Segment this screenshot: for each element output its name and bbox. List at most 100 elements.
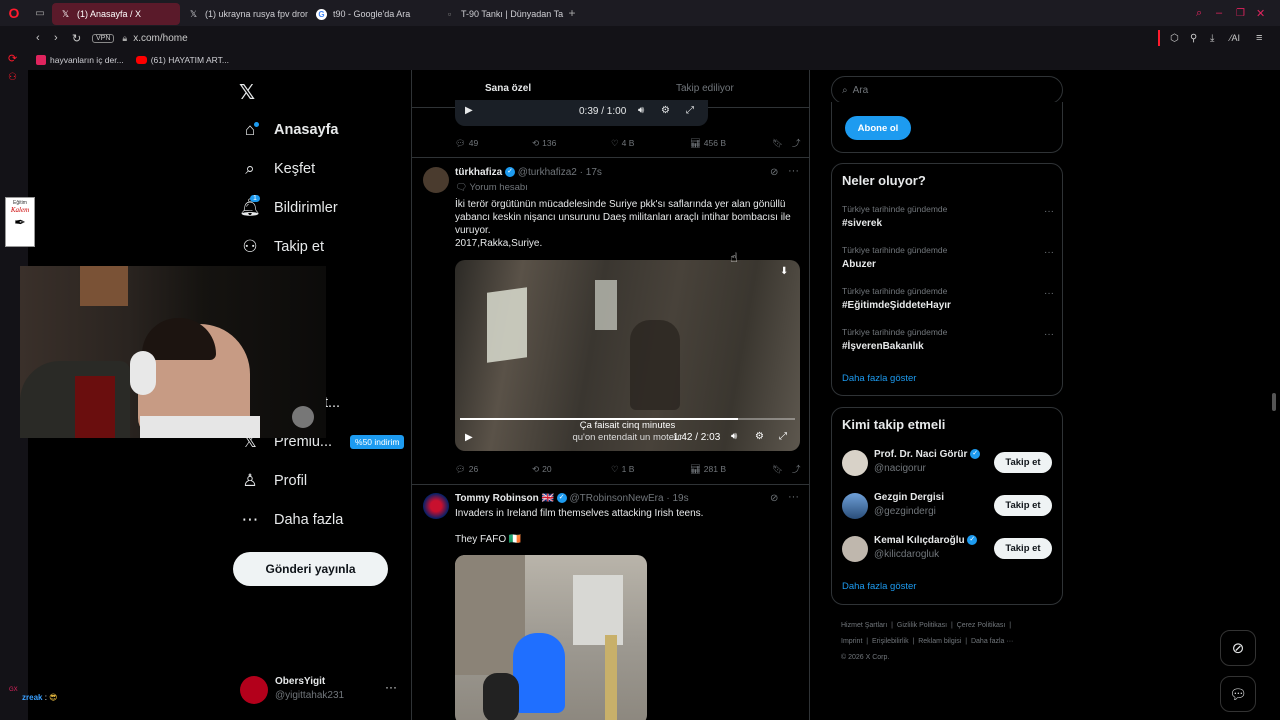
back-icon[interactable]: ‹ bbox=[36, 32, 54, 44]
follow-suggestion[interactable]: Gezgin Dergisi @gezgindergi Takip et bbox=[842, 491, 1054, 523]
refresh-sidebar-icon[interactable]: ⟳ bbox=[8, 52, 17, 65]
grok-button[interactable]: ⊘ bbox=[1220, 630, 1256, 666]
search-input[interactable]: ⌕ Ara bbox=[831, 76, 1063, 104]
share-icon[interactable]: ⤴ bbox=[792, 463, 801, 475]
nav-item-home[interactable]: ⌂ Anasayfa bbox=[240, 120, 339, 140]
grok-icon[interactable]: ⊘ bbox=[770, 167, 778, 178]
grok-icon[interactable]: ⊘ bbox=[770, 493, 778, 504]
trend-item[interactable]: Türkiye tarihinde gündemde #EğitimdeŞidd… bbox=[842, 286, 1054, 311]
trend-more-icon[interactable]: ··· bbox=[1044, 329, 1054, 340]
reload-icon[interactable]: ↻ bbox=[72, 32, 92, 45]
messages-button[interactable]: 💬︎ bbox=[1220, 676, 1256, 712]
fullscreen-icon[interactable]: ⤢ bbox=[779, 431, 787, 442]
trend-item[interactable]: Türkiye tarihinde gündemde #İşverenBakan… bbox=[842, 327, 1054, 352]
tweet-image[interactable] bbox=[455, 555, 647, 720]
nav-item-notifications[interactable]: 🔔︎ Bildirimler 1 bbox=[239, 195, 338, 218]
follow-button[interactable]: Takip et bbox=[994, 452, 1052, 473]
opera-logo-icon[interactable]: O bbox=[0, 5, 28, 21]
like-button[interactable]: ♡ 1 B bbox=[611, 463, 690, 475]
views-stat[interactable]: 📊︎ 281 B bbox=[690, 463, 772, 475]
browser-tab[interactable]: G t90 - Google'da Ara bbox=[308, 3, 436, 25]
tweet-more-icon[interactable]: ··· bbox=[788, 165, 799, 177]
tweet-more-icon[interactable]: ··· bbox=[788, 491, 799, 503]
tweet-author-handle[interactable]: @turkhafiza2 bbox=[518, 167, 577, 178]
nav-item-more[interactable]: ⋯ Daha fazla bbox=[240, 510, 344, 530]
forward-icon[interactable]: › bbox=[54, 32, 72, 44]
like-button[interactable]: ♡ 4 B bbox=[611, 137, 690, 149]
tweet-author-handle[interactable]: @TRobinsonNewEra bbox=[570, 493, 664, 504]
url-field[interactable]: x.com/home bbox=[133, 33, 187, 44]
footer-link[interactable]: Erişilebilirlik bbox=[872, 638, 909, 645]
download-icon[interactable]: ⤓ bbox=[1210, 33, 1230, 44]
footer-link[interactable]: Imprint bbox=[841, 638, 862, 645]
video-player[interactable]: ▶ 0:39 / 1:00 🔊︎ ⚙ ⤢ bbox=[455, 100, 708, 126]
menu-icon[interactable]: ≡ bbox=[1256, 32, 1280, 44]
reply-button[interactable]: 💬︎ 49 bbox=[455, 137, 532, 149]
download-video-icon[interactable]: ⬇ bbox=[780, 266, 788, 277]
follow-button[interactable]: Takip et bbox=[994, 538, 1052, 559]
trend-more-icon[interactable]: ··· bbox=[1044, 206, 1054, 217]
tweet-author-name[interactable]: Tommy Robinson bbox=[455, 493, 539, 504]
play-icon[interactable]: ▶ bbox=[465, 432, 473, 443]
tab-following[interactable]: Takip ediliyor bbox=[676, 83, 734, 94]
vpn-badge[interactable]: VPN bbox=[92, 33, 115, 43]
footer-link[interactable]: Reklam bilgisi bbox=[918, 638, 961, 645]
tab-for-you[interactable]: Sana özel bbox=[485, 83, 531, 108]
account-switcher[interactable]: ObersYigit @yigittahak231 ··· bbox=[240, 674, 400, 704]
volume-icon[interactable]: 🔊︎ bbox=[731, 431, 737, 442]
follow-suggestion[interactable]: Kemal Kılıçdaroğlu ✓ @kilicdarogluk Taki… bbox=[842, 534, 1054, 566]
play-icon[interactable]: ▶ bbox=[465, 105, 473, 116]
x-logo-icon[interactable]: 𝕏 bbox=[239, 80, 255, 105]
bookmark-item[interactable]: hayvanların iç der... bbox=[36, 55, 124, 65]
video-progress-track[interactable] bbox=[460, 418, 795, 420]
tweet-author-name[interactable]: türkhafiza bbox=[455, 167, 502, 178]
video-player[interactable]: ⬇ Ça faisait cinq minutes qu'on entendai… bbox=[455, 260, 800, 451]
trend-more-icon[interactable]: ··· bbox=[1044, 247, 1054, 258]
footer-link[interactable]: Çerez Politikası bbox=[957, 622, 1006, 629]
footer-link[interactable]: Hizmet Şartları bbox=[841, 622, 887, 629]
footer-link[interactable]: Gizlilik Politikası bbox=[897, 622, 947, 629]
bookmark-icon[interactable]: 🔖︎ bbox=[772, 137, 792, 149]
person-sidebar-icon[interactable]: ⚇ bbox=[8, 72, 17, 83]
volume-icon[interactable]: 🔊︎ bbox=[638, 105, 644, 116]
show-more-link[interactable]: Daha fazla göster bbox=[842, 373, 916, 384]
search-tabs-icon[interactable]: ⌕ bbox=[1196, 7, 1216, 20]
views-stat[interactable]: 📊︎ 456 B bbox=[690, 137, 772, 149]
trend-item[interactable]: Türkiye tarihinde gündemde Abuzer ··· bbox=[842, 245, 1054, 270]
account-more-icon[interactable]: ··· bbox=[385, 680, 397, 694]
repost-button[interactable]: ⟲ 136 bbox=[532, 137, 611, 149]
extension-icon[interactable]: ⬡ bbox=[1170, 33, 1190, 44]
browser-tab[interactable]: 𝕏 (1) Anasayfa / X bbox=[52, 3, 180, 25]
subscribe-button[interactable]: Abone ol bbox=[845, 116, 911, 140]
reply-button[interactable]: 💬︎ 26 bbox=[455, 463, 532, 475]
tweet-time[interactable]: · 17s bbox=[580, 167, 602, 178]
tweet-time[interactable]: · 19s bbox=[666, 493, 688, 504]
nav-item-profile[interactable]: ♙ Profil bbox=[240, 471, 307, 491]
scrollbar[interactable] bbox=[1272, 393, 1276, 411]
bookmark-icon[interactable]: 🔖︎ bbox=[772, 463, 792, 475]
bookmark-item[interactable]: (61) HAYATIM ART... bbox=[135, 55, 229, 65]
nav-item-explore[interactable]: ⌕ Keşfet bbox=[240, 159, 315, 179]
new-tab-button[interactable]: + bbox=[564, 6, 580, 20]
settings-icon[interactable]: ⚙ bbox=[661, 105, 670, 116]
settings-icon[interactable]: ⚙ bbox=[755, 431, 764, 442]
repost-button[interactable]: ⟲ 20 bbox=[532, 463, 611, 475]
tweet[interactable]: türkhafiza ✓ @turkhafiza2 · 17s ⊘ ··· 🗨︎… bbox=[412, 158, 809, 485]
follow-suggestion[interactable]: Prof. Dr. Naci Görür ✓ @nacigorur Takip … bbox=[842, 448, 1054, 480]
trend-more-icon[interactable]: ··· bbox=[1044, 288, 1054, 299]
trend-item[interactable]: Türkiye tarihinde gündemde #siverek ··· bbox=[842, 204, 1054, 229]
ai-button[interactable]: ⁄AI bbox=[1230, 33, 1256, 43]
footer-link[interactable]: Daha fazla ··· bbox=[971, 638, 1013, 645]
follow-button[interactable]: Takip et bbox=[994, 495, 1052, 516]
maximize-icon[interactable]: ❐ bbox=[1236, 8, 1256, 19]
browser-tab[interactable]: 𝕏 (1) ukrayna rusya fpv dron bbox=[180, 3, 308, 25]
browser-tab[interactable]: ▫ T-90 Tankı | Dünyadan Ta bbox=[436, 3, 564, 25]
show-more-link[interactable]: Daha fazla göster bbox=[842, 581, 916, 592]
post-button[interactable]: Gönderi yayınla bbox=[233, 552, 388, 586]
tab-overview-icon[interactable]: ▭ bbox=[28, 8, 52, 19]
pin-icon[interactable]: ⚲ bbox=[1190, 33, 1210, 44]
tweet[interactable]: Tommy Robinson 🇬🇧 ✓ @TRobinsonNewEra · 1… bbox=[412, 485, 809, 720]
share-icon[interactable]: ⤴ bbox=[792, 137, 801, 149]
minimize-icon[interactable]: – bbox=[1216, 7, 1236, 19]
nav-item-follow[interactable]: ⚇ Takip et bbox=[240, 237, 324, 257]
